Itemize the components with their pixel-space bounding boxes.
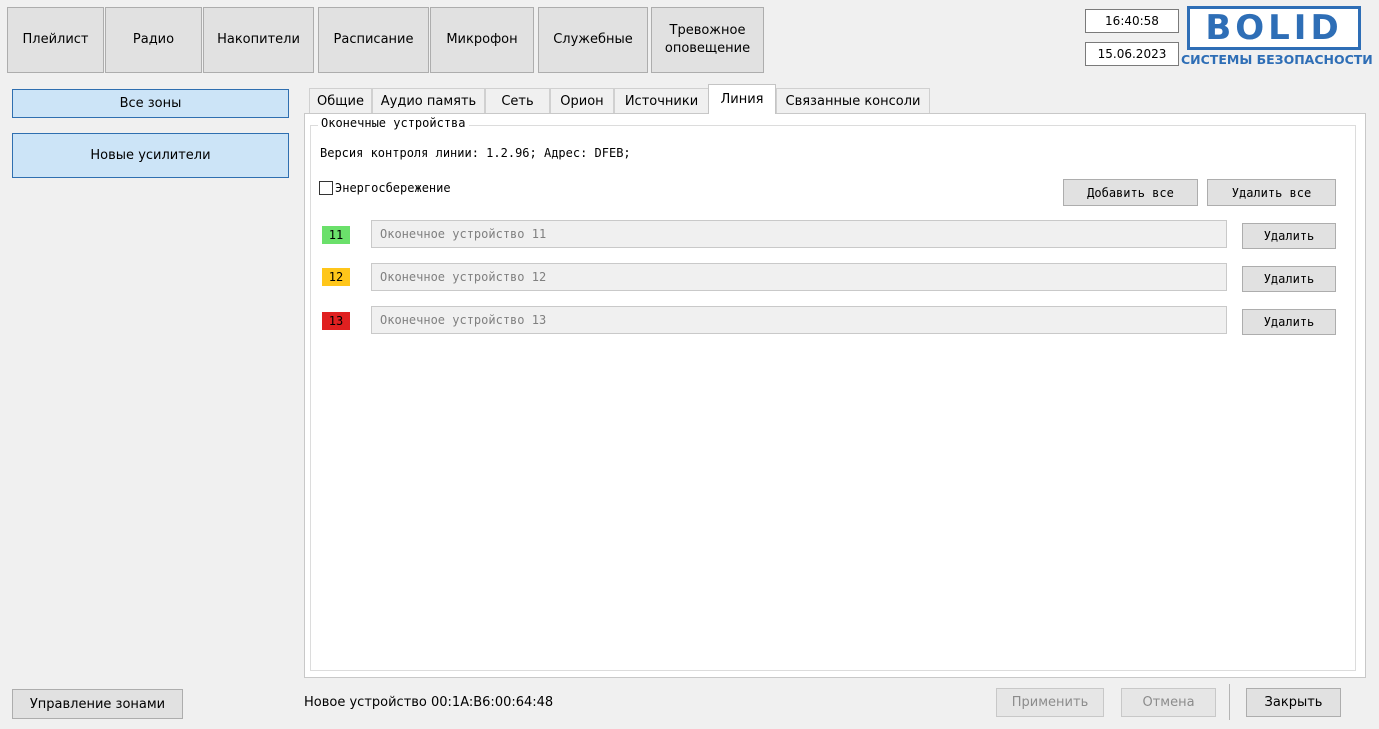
tab-sources[interactable]: Источники <box>614 88 709 113</box>
nav-alarm-button[interactable]: Тревожное оповещение <box>651 7 764 73</box>
device-status-badge: 13 <box>322 312 350 330</box>
device-name-field[interactable]: Оконечное устройство 13 <box>371 306 1227 334</box>
cancel-button[interactable]: Отмена <box>1121 688 1216 717</box>
delete-all-button[interactable]: Удалить все <box>1207 179 1336 206</box>
tab-linked-consoles[interactable]: Связанные консоли <box>776 88 930 113</box>
tab-orion[interactable]: Орион <box>550 88 614 113</box>
line-version-info: Версия контроля линии: 1.2.96; Адрес: DF… <box>320 146 631 160</box>
delete-device-button[interactable]: Удалить <box>1242 223 1336 249</box>
time-display: 16:40:58 <box>1085 9 1179 33</box>
device-name-field[interactable]: Оконечное устройство 11 <box>371 220 1227 248</box>
nav-radio-button[interactable]: Радио <box>105 7 202 73</box>
tab-general[interactable]: Общие <box>309 88 372 113</box>
all-zones-button[interactable]: Все зоны <box>12 89 289 118</box>
delete-device-button[interactable]: Удалить <box>1242 266 1336 292</box>
energy-saving-label[interactable]: Энергосбережение <box>335 181 451 195</box>
device-status-badge: 12 <box>322 268 350 286</box>
logo-tagline: СИСТЕМЫ БЕЗОПАСНОСТИ <box>1181 52 1373 67</box>
nav-drives-button[interactable]: Накопители <box>203 7 314 73</box>
device-name-field[interactable]: Оконечное устройство 12 <box>371 263 1227 291</box>
apply-button[interactable]: Применить <box>996 688 1104 717</box>
end-devices-group <box>310 125 1356 671</box>
nav-playlist-button[interactable]: Плейлист <box>7 7 104 73</box>
device-status-badge: 11 <box>322 226 350 244</box>
logo-word: BOLID <box>1187 6 1361 50</box>
nav-microphone-button[interactable]: Микрофон <box>430 7 534 73</box>
tab-network[interactable]: Сеть <box>485 88 550 113</box>
bolid-logo: BOLID СИСТЕМЫ БЕЗОПАСНОСТИ <box>1181 6 1373 72</box>
footer-divider <box>1229 684 1230 720</box>
add-all-button[interactable]: Добавить все <box>1063 179 1198 206</box>
manage-zones-button[interactable]: Управление зонами <box>12 689 183 719</box>
date-display: 15.06.2023 <box>1085 42 1179 66</box>
nav-service-button[interactable]: Служебные <box>538 7 648 73</box>
tab-line[interactable]: Линия <box>708 84 776 114</box>
tab-audio-memory[interactable]: Аудио память <box>372 88 485 113</box>
nav-schedule-button[interactable]: Расписание <box>318 7 429 73</box>
end-devices-group-title: Оконечные устройства <box>318 116 469 130</box>
delete-device-button[interactable]: Удалить <box>1242 309 1336 335</box>
energy-saving-checkbox[interactable] <box>319 181 333 195</box>
close-button[interactable]: Закрыть <box>1246 688 1341 717</box>
device-status-text: Новое устройство 00:1A:B6:00:64:48 <box>304 695 554 710</box>
new-amplifiers-zone[interactable]: Новые усилители <box>12 133 289 178</box>
